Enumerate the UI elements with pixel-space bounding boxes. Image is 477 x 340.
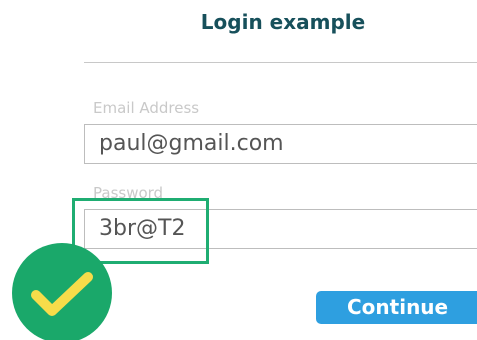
header-divider: [84, 62, 477, 63]
email-field[interactable]: paul@gmail.com: [84, 124, 477, 164]
continue-button[interactable]: Continue: [316, 291, 477, 324]
success-badge: [12, 243, 112, 340]
email-label: Email Address: [93, 99, 200, 117]
password-value: 3br@T2: [99, 216, 186, 241]
password-label: Password: [93, 184, 164, 202]
email-value: paul@gmail.com: [99, 131, 284, 156]
page-title: Login example: [200, 10, 366, 34]
password-field[interactable]: 3br@T2: [84, 209, 477, 249]
checkmark-icon: [31, 272, 93, 316]
